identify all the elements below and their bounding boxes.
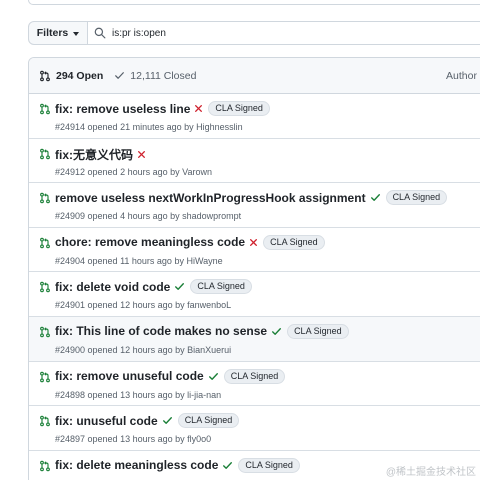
checks-passed-check-icon[interactable] (174, 281, 185, 292)
pull-request-title-link[interactable]: fix: remove useless line (55, 102, 190, 116)
cla-signed-label[interactable]: CLA Signed (238, 457, 300, 473)
search-query: is:pr is:open (112, 27, 166, 39)
checks-passed-check-icon[interactable] (208, 371, 219, 382)
open-pull-request-icon (39, 459, 51, 477)
pull-request-title-link[interactable]: fix: unuseful code (55, 414, 158, 428)
filters-button[interactable]: Filters (28, 21, 88, 45)
previous-section-border (28, 0, 480, 5)
author-filter-dropdown[interactable]: Author (446, 70, 480, 82)
pull-request-title-link[interactable]: fix: delete meaningless code (55, 458, 218, 472)
pull-request-list: 294 Open 12,111 Closed Author fix: remov… (28, 57, 480, 480)
open-pull-request-icon (39, 325, 51, 343)
filter-bar: Filters is:pr is:open (28, 21, 480, 45)
pull-request-row[interactable]: fix: remove unuseful code CLA Signed #2489… (29, 362, 480, 407)
title-line: fix: This line of code makes no sense CLA… (55, 323, 349, 339)
pull-request-title-link[interactable]: fix: delete void code (55, 280, 170, 294)
open-pull-request-icon (39, 236, 51, 254)
cla-signed-label[interactable]: CLA Signed (223, 368, 286, 384)
pull-request-row[interactable]: chore: remove meaningless code CLA Signed… (29, 228, 480, 273)
pull-request-title-link[interactable]: fix: This line of code makes no sense (55, 324, 267, 338)
search-input[interactable]: is:pr is:open (88, 21, 480, 45)
title-line: remove useless nextWorkInProgressHook as… (55, 190, 448, 206)
pull-request-row[interactable]: fix: delete void code CLA Signed #24901 op… (29, 272, 480, 317)
pull-request-meta: #24898 opened 13 hours ago by li-jia-nan (55, 389, 222, 400)
checks-passed-check-icon[interactable] (271, 326, 282, 337)
pull-request-rows: fix: remove useless line CLA Signed #24914… (29, 94, 480, 480)
cla-signed-label[interactable]: CLA Signed (287, 323, 349, 339)
filters-label: Filters (36, 27, 69, 39)
pull-request-meta: #24904 opened 11 hours ago by HiWayne (55, 255, 223, 266)
pull-request-icon (40, 70, 50, 81)
watermark: @稀土掘金技术社区 (385, 467, 476, 478)
pull-request-row[interactable]: fix:无意义代码 #24912 opened 2 hours ago by Va… (29, 139, 480, 184)
title-line: fix: remove useless line CLA Signed (55, 101, 270, 116)
pull-request-title-link[interactable]: chore: remove meaningless code (55, 235, 245, 249)
cla-signed-label[interactable]: CLA Signed (208, 101, 270, 116)
pull-request-meta: #24900 opened 12 hours ago by BianXuerui (55, 344, 232, 355)
pull-request-row[interactable]: fix: unuseful code CLA Signed #24897 opene… (29, 406, 480, 451)
author-label: Author (446, 70, 477, 82)
closed-filter-link[interactable]: 12,111 Closed (114, 70, 196, 82)
check-icon (115, 72, 125, 79)
open-filter-link[interactable]: 294 Open (39, 70, 103, 82)
search-icon (94, 27, 106, 39)
open-pull-request-icon (39, 147, 51, 165)
closed-count: 12,111 Closed (130, 69, 197, 82)
pull-request-row[interactable]: fix: This line of code makes no sense CLA… (29, 316, 480, 362)
title-line: chore: remove meaningless code CLA Signed (55, 234, 325, 250)
cla-signed-label[interactable]: CLA Signed (263, 234, 325, 250)
open-pull-request-icon (39, 280, 51, 298)
pull-request-meta: #24914 opened 21 minutes ago by Highness… (55, 122, 243, 132)
pull-request-meta: #24901 opened 12 hours ago by fanwenboL (55, 300, 232, 311)
caret-down-icon (73, 31, 80, 36)
cla-signed-label[interactable]: CLA Signed (190, 279, 252, 295)
checks-passed-check-icon[interactable] (222, 460, 233, 471)
open-pull-request-icon (39, 102, 51, 120)
checks-passed-check-icon[interactable] (162, 415, 173, 426)
title-line: fix: unuseful code CLA Signed (55, 413, 240, 429)
open-pull-request-icon (39, 191, 51, 209)
title-line: fix: delete meaningless code CLA Signed (55, 457, 300, 473)
pull-request-meta: #24909 opened 4 hours ago by shadowpromp… (55, 211, 242, 222)
pull-request-row[interactable]: remove useless nextWorkInProgressHook as… (29, 183, 480, 228)
list-header: 294 Open 12,111 Closed Author (29, 58, 480, 94)
pull-request-meta: #24897 opened 13 hours ago by fly0o0 (55, 434, 212, 445)
pull-request-row[interactable]: fix: remove useless line CLA Signed #24914… (29, 94, 480, 139)
open-count: 294 Open (56, 69, 104, 82)
pull-request-title-link[interactable]: remove useless nextWorkInProgressHook as… (55, 191, 366, 205)
cla-signed-label[interactable]: CLA Signed (177, 413, 240, 429)
pull-request-meta: #24912 opened 2 hours ago by Varown (55, 166, 212, 177)
title-line: fix:无意义代码 (55, 146, 146, 163)
checks-failed-x-icon[interactable] (194, 104, 203, 113)
checks-failed-x-icon[interactable] (137, 150, 146, 159)
open-pull-request-icon (39, 370, 51, 388)
checks-passed-check-icon[interactable] (370, 192, 381, 203)
checks-failed-x-icon[interactable] (249, 238, 258, 247)
title-line: fix: delete void code CLA Signed (55, 279, 252, 295)
open-pull-request-icon (39, 414, 51, 432)
pull-request-title-link[interactable]: fix: remove unuseful code (55, 369, 204, 383)
title-line: fix: remove unuseful code CLA Signed (55, 368, 286, 384)
cla-signed-label[interactable]: CLA Signed (385, 190, 448, 206)
pull-request-title-link[interactable]: fix:无意义代码 (55, 146, 133, 163)
